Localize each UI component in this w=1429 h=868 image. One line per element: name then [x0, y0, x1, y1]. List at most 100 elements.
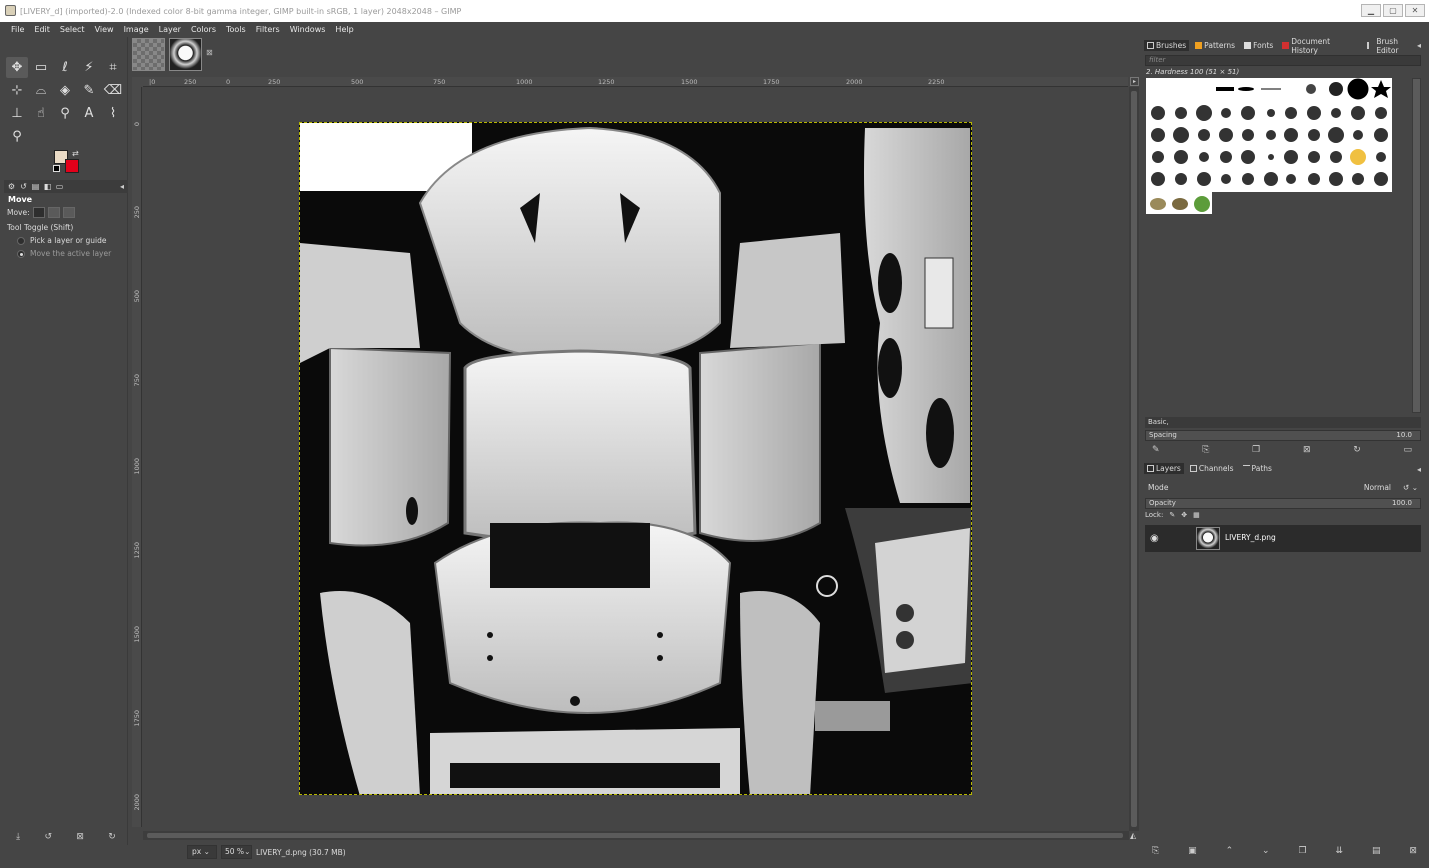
- default-colors-icon[interactable]: [53, 165, 60, 172]
- color-picker-tool[interactable]: ⌇: [102, 103, 124, 124]
- menu-colors[interactable]: Colors: [186, 25, 221, 34]
- move-active-layer-radio[interactable]: [17, 249, 25, 258]
- vertical-ruler[interactable]: 0 250 500 750 1000 1250 1500 1750 2000: [132, 87, 142, 827]
- new-brush-icon[interactable]: ⎘: [1202, 445, 1209, 455]
- layer-mode-row[interactable]: Mode Normal ↺ ⌄: [1145, 481, 1421, 494]
- menu-windows[interactable]: Windows: [285, 25, 331, 34]
- navigate-icon[interactable]: ◭: [1130, 831, 1136, 840]
- save-options-icon[interactable]: ⤓: [16, 832, 20, 842]
- mode-reset-icon[interactable]: ↺ ⌄: [1403, 483, 1418, 492]
- brushes-panel-menu-icon[interactable]: ◂: [1417, 41, 1421, 50]
- refresh-brushes-icon[interactable]: ↻: [1353, 445, 1361, 455]
- menu-tools[interactable]: Tools: [221, 25, 251, 34]
- restore-options-icon[interactable]: ↺: [45, 832, 53, 842]
- delete-layer-icon[interactable]: ⊠: [1409, 846, 1417, 856]
- brushes-scrollbar[interactable]: [1412, 78, 1421, 413]
- image-tab-livery[interactable]: [169, 38, 202, 71]
- menu-file[interactable]: File: [6, 25, 29, 34]
- raise-layer-icon[interactable]: ⌃: [1226, 846, 1234, 856]
- clone-tool[interactable]: ⊥: [6, 103, 28, 124]
- mode-value[interactable]: Normal: [1364, 483, 1391, 492]
- brush-grid[interactable]: [1146, 78, 1392, 192]
- menu-image[interactable]: Image: [119, 25, 154, 34]
- warp-transform-tool[interactable]: ⌓: [30, 80, 52, 101]
- vertical-scrollbar[interactable]: [1129, 87, 1139, 831]
- close-button[interactable]: ✕: [1405, 4, 1425, 17]
- unified-transform-tool[interactable]: ⊹: [6, 80, 28, 101]
- add-mask-icon[interactable]: ▤: [1372, 846, 1381, 856]
- image-tab-empty[interactable]: [132, 38, 165, 71]
- paths-tool[interactable]: ⚲: [54, 103, 76, 124]
- move-layer-mode-button[interactable]: [32, 207, 45, 218]
- tab-patterns[interactable]: Patterns: [1192, 40, 1238, 51]
- panel-menu-icon[interactable]: ◂: [120, 182, 124, 191]
- pick-layer-option[interactable]: Pick a layer or guide: [17, 236, 107, 245]
- delete-options-icon[interactable]: ⊠: [76, 832, 84, 842]
- maximize-button[interactable]: ▢: [1383, 4, 1403, 17]
- tab-layers[interactable]: Layers: [1144, 463, 1184, 474]
- spacing-slider[interactable]: Spacing 10.0: [1145, 430, 1421, 441]
- move-path-mode-button[interactable]: [62, 207, 75, 218]
- canvas-menu-icon[interactable]: ▸: [1130, 77, 1139, 86]
- delete-brush-icon[interactable]: ⊠: [1303, 445, 1311, 455]
- tab-brushes[interactable]: Brushes: [1144, 40, 1190, 51]
- tab-document-history[interactable]: Document History: [1279, 36, 1361, 56]
- device-status-tab-icon[interactable]: ↺: [19, 182, 28, 191]
- crop-tool[interactable]: ⌗: [102, 57, 124, 78]
- brush-filter-input[interactable]: filter: [1145, 55, 1421, 66]
- minimize-button[interactable]: ▁: [1361, 4, 1381, 17]
- open-brush-folder-icon[interactable]: ▭: [1403, 445, 1412, 455]
- zoom-tool[interactable]: ⚲: [6, 126, 28, 147]
- image-canvas[interactable]: [299, 122, 972, 795]
- menu-view[interactable]: View: [90, 25, 119, 34]
- menu-help[interactable]: Help: [330, 25, 358, 34]
- lock-pixels-icon[interactable]: ✎: [1169, 511, 1175, 519]
- close-tab-icon[interactable]: ⊠: [206, 48, 213, 57]
- move-active-layer-option[interactable]: Move the active layer: [17, 249, 111, 258]
- pointer-tab-icon[interactable]: ▭: [55, 182, 64, 191]
- edit-brush-icon[interactable]: ✎: [1152, 445, 1160, 455]
- vertical-scroll-thumb[interactable]: [1131, 91, 1137, 827]
- lock-alpha-icon[interactable]: ▦: [1193, 511, 1200, 519]
- menu-filters[interactable]: Filters: [251, 25, 285, 34]
- tab-paths[interactable]: Paths: [1240, 463, 1275, 474]
- horizontal-ruler[interactable]: |0 250 0 250 500 750 1000 1250 1500 1750 2000 2250: [143, 77, 1128, 87]
- lower-layer-icon[interactable]: ⌄: [1262, 846, 1270, 856]
- move-selection-mode-button[interactable]: [47, 207, 60, 218]
- paintbrush-tool[interactable]: ✎: [78, 80, 100, 101]
- unit-select[interactable]: px ⌄: [187, 845, 217, 859]
- merge-layer-icon[interactable]: ⇊: [1336, 846, 1344, 856]
- tab-channels[interactable]: Channels: [1187, 463, 1237, 474]
- layer-name[interactable]: LIVERY_d.png: [1225, 533, 1276, 542]
- fuzzy-select-tool[interactable]: ⚡: [78, 57, 100, 78]
- bucket-fill-tool[interactable]: ◈: [54, 80, 76, 101]
- reset-options-icon[interactable]: ↻: [108, 832, 116, 842]
- brushes-scroll-thumb[interactable]: [1413, 79, 1420, 412]
- new-layer-icon[interactable]: ⎘: [1152, 846, 1159, 856]
- menu-layer[interactable]: Layer: [154, 25, 186, 34]
- horizontal-scrollbar[interactable]: [143, 831, 1129, 840]
- layer-row[interactable]: ◉ LIVERY_d.png: [1145, 525, 1421, 552]
- rect-select-tool[interactable]: ▭: [30, 57, 52, 78]
- opacity-slider[interactable]: Opacity 100.0: [1145, 498, 1421, 509]
- layers-panel-menu-icon[interactable]: ◂: [1417, 465, 1421, 474]
- visibility-eye-icon[interactable]: ◉: [1150, 533, 1159, 544]
- duplicate-layer-icon[interactable]: ❐: [1299, 846, 1307, 856]
- tool-options-tab-icon[interactable]: ⚙: [7, 182, 16, 191]
- tab-fonts[interactable]: Fonts: [1241, 40, 1276, 51]
- lock-position-icon[interactable]: ✥: [1181, 511, 1187, 519]
- lasso-tool[interactable]: ℓ: [54, 57, 76, 78]
- move-tool[interactable]: ✥: [6, 57, 28, 78]
- smudge-tool[interactable]: ☝: [30, 103, 52, 124]
- undo-history-tab-icon[interactable]: ▤: [31, 182, 40, 191]
- duplicate-brush-icon[interactable]: ❐: [1252, 445, 1260, 455]
- brush-grid-extra[interactable]: [1146, 192, 1212, 214]
- new-layer-group-icon[interactable]: ▣: [1188, 846, 1197, 856]
- text-tool[interactable]: A: [78, 103, 100, 124]
- pick-layer-radio[interactable]: [17, 236, 25, 245]
- swap-colors-icon[interactable]: ⇄: [72, 149, 79, 158]
- eraser-tool[interactable]: ⌫: [102, 80, 124, 101]
- tab-brush-editor[interactable]: Brush Editor: [1364, 36, 1425, 56]
- horizontal-scroll-thumb[interactable]: [147, 833, 1123, 838]
- brush-preset-select[interactable]: Basic,: [1145, 417, 1421, 428]
